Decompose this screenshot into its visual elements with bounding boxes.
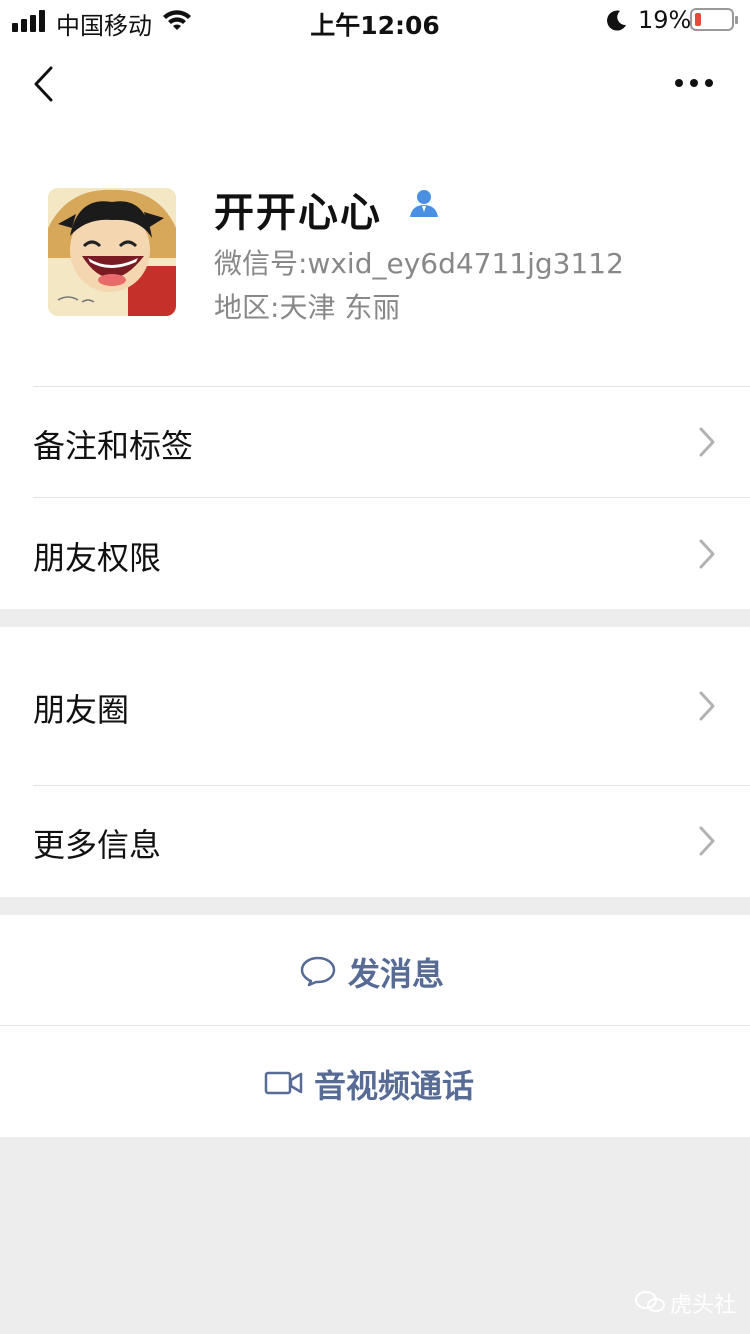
avatar[interactable] [48,188,176,316]
nav-bar [0,40,750,132]
send-message-button[interactable]: 发消息 [0,915,750,1025]
wxid-label: 微信号: [214,247,308,280]
friend-permissions-cell[interactable]: 朋友权限 [0,498,750,609]
moments-cell[interactable]: 朋友圈 [0,627,750,785]
wxid-value: wxid_ey6d4711jg3112 [307,247,624,280]
more-icon[interactable] [674,77,714,89]
info-group: 朋友圈 更多信息 [0,627,750,897]
back-icon[interactable] [32,66,56,102]
chevron-right-icon [699,826,715,856]
region-value: 天津 东丽 [279,291,401,324]
remarks-and-tags-label: 备注和标签 [33,427,194,465]
watermark-text: 虎头社 [670,1293,737,1318]
nickname: 开开心心 [214,190,382,236]
chevron-right-icon [699,427,715,457]
region-row: 地区:天津 东丽 [214,286,400,326]
profile-header: 开开心心 微信号:wxid_ey6d4711jg3112 地区:天津 东丽 [0,132,750,386]
region-label: 地区: [214,291,280,324]
friend-permissions-label: 朋友权限 [33,539,162,577]
video-call-label: 音视频通话 [314,1067,475,1105]
wechat-logo-icon [635,1291,665,1312]
chevron-right-icon [699,539,715,569]
moments-label: 朋友圈 [33,691,130,729]
chat-bubble-icon [300,956,336,987]
video-call-button[interactable]: 音视频通话 [0,1026,750,1137]
battery-icon [690,8,738,31]
settings-group: 备注和标签 朋友权限 [0,386,750,609]
send-message-label: 发消息 [348,955,445,993]
more-info-label: 更多信息 [33,826,162,864]
actions-group: 发消息 音视频通话 [0,915,750,1137]
more-info-cell[interactable]: 更多信息 [0,786,750,897]
chevron-right-icon [699,691,715,721]
avatar-image [48,188,176,316]
moon-icon [607,10,626,31]
wxid-row: 微信号:wxid_ey6d4711jg3112 [214,242,624,282]
remarks-and-tags-cell[interactable]: 备注和标签 [0,387,750,497]
status-bar: 中国移动 上午12:06 19% [0,0,750,40]
battery-percent: 19% [638,6,692,34]
video-camera-icon [264,1071,303,1095]
contact-person-icon [410,190,438,217]
